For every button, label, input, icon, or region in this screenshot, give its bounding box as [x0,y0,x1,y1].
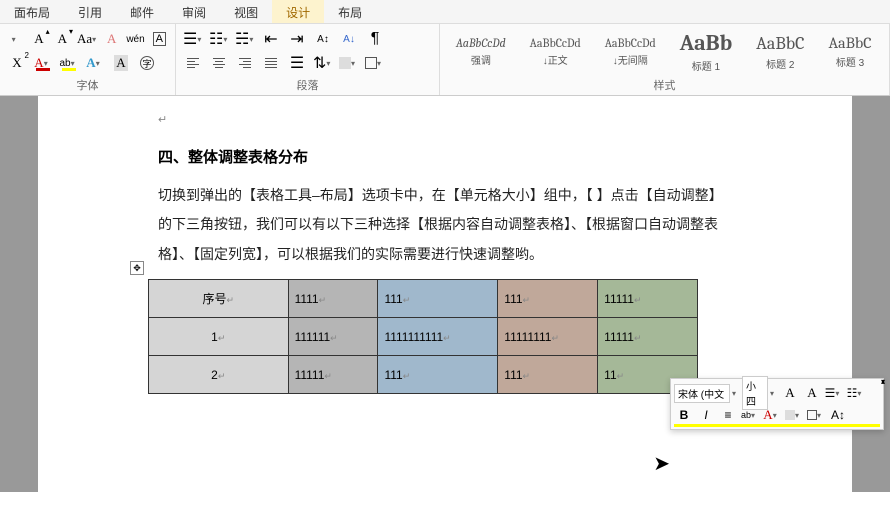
table-cell[interactable]: 1111111111↵ [378,318,498,356]
style-item-3[interactable]: AaBb标题 1 [670,28,742,75]
table-row[interactable]: 1↵111111↵1111111111↵11111111↵11111↵ [149,318,698,356]
font-size-dropdown[interactable]: ▾ [6,28,25,50]
borders-button[interactable]: ▾ [364,52,386,74]
mini-direction-button[interactable]: A↕ [828,405,848,425]
mini-shading-button[interactable]: ▾ [784,405,804,425]
decrease-indent-button[interactable]: ⇤ [260,28,282,50]
style-item-2[interactable]: AaBbCcDd↓无间隔 [595,34,666,69]
sort-button[interactable]: A↓ [338,28,360,50]
para-group-label: 段落 [182,75,433,93]
table-cell[interactable]: 111111↵ [288,318,378,356]
tab-references[interactable]: 引用 [64,0,116,23]
text-direction-button[interactable]: A↕ [312,28,334,50]
tab-review[interactable]: 审阅 [168,0,220,23]
mini-bold-button[interactable]: B [674,405,694,425]
shading-button[interactable]: ▾ [338,52,360,74]
tab-page-layout[interactable]: 面布局 [0,0,64,23]
tab-view[interactable]: 视图 [220,0,272,23]
phonetic-guide-button[interactable]: wén [125,28,145,50]
style-item-4[interactable]: AaBbC标题 2 [746,31,814,73]
change-case-button[interactable]: Aa▾ [76,28,98,50]
font-group-label: 字体 [6,75,169,93]
align-center-button[interactable] [208,52,230,74]
enclose-char-button[interactable]: 字 [136,52,158,74]
ribbon: ▾ A▴ A▾ Aa▾ A wén A X2 A▾ ab▾ A▾ A 字 字体 … [0,24,890,96]
table-cell[interactable]: 2↵ [149,356,289,394]
tab-layout[interactable]: 布局 [324,0,376,23]
body-paragraph[interactable]: 切换到弹出的【表格工具–布局】选项卡中，在【单元格大小】组中，【 】点击【自动调… [158,181,732,269]
style-item-1[interactable]: AaBbCcDd↓正文 [520,34,591,69]
clear-format-button[interactable]: A [102,28,121,50]
mini-font-color-button[interactable]: A▾ [762,405,782,425]
data-table[interactable]: 序号↵1111↵111↵111↵11111↵1↵111111↵111111111… [148,279,698,394]
mini-align-button[interactable]: ≡ [718,405,738,425]
text-effects-button[interactable]: A▾ [84,52,106,74]
table-row[interactable]: 序号↵1111↵111↵111↵11111↵ [149,280,698,318]
grow-font-button[interactable]: A▴ [29,28,48,50]
table-cell[interactable]: 111↵ [498,356,598,394]
mini-italic-button[interactable]: I [696,405,716,425]
table-cell[interactable]: 1111↵ [288,280,378,318]
mini-highlight-button[interactable]: ab▾ [740,405,760,425]
table-cell[interactable]: 111↵ [498,280,598,318]
mini-grow-font-button[interactable]: A▴ [780,383,800,403]
table-cell[interactable]: 11111111↵ [498,318,598,356]
justify-button[interactable] [260,52,282,74]
table-move-handle-icon[interactable]: ✥ [130,261,144,275]
heading-text[interactable]: 四、整体调整表格分布 [158,146,732,167]
numbering-button[interactable]: ☷▾ [208,28,230,50]
char-border-button[interactable]: A [150,28,169,50]
table-cell[interactable]: 111↵ [378,356,498,394]
table-cell[interactable]: 1↵ [149,318,289,356]
align-left-button[interactable] [182,52,204,74]
multilevel-button[interactable]: ☵▾ [234,28,256,50]
show-marks-button[interactable]: ¶ [364,28,386,50]
style-item-5[interactable]: AaBbC标题 3 [819,32,882,71]
paragraph-mark-icon: ↵ [158,114,167,126]
mini-shrink-font-button[interactable]: A▾ [802,383,822,403]
tab-mail[interactable]: 邮件 [116,0,168,23]
table-cell[interactable]: 11111↵ [598,318,698,356]
distribute-button[interactable]: ☰ [286,52,308,74]
table-cell[interactable]: 11111↵ [598,280,698,318]
table-row[interactable]: 2↵11111↵111↵111↵11↵ [149,356,698,394]
shrink-font-button[interactable]: A▾ [53,28,72,50]
page[interactable]: ↵ 四、整体调整表格分布 切换到弹出的【表格工具–布局】选项卡中，在【单元格大小… [38,96,852,492]
align-right-button[interactable] [234,52,256,74]
increase-indent-button[interactable]: ⇥ [286,28,308,50]
bullets-button[interactable]: ☰▾ [182,28,204,50]
line-spacing-button[interactable]: ⇅▾ [312,52,334,74]
table-cell[interactable]: 111↵ [378,280,498,318]
mini-toolbar: 宋体 (中文▾ 小四▾ A▴ A▾ ☰▾ ☷▾ B I ≡ ab▾ A▾ ▾ ▾… [670,378,884,430]
document-area: ↵ 四、整体调整表格分布 切换到弹出的【表格工具–布局】选项卡中，在【单元格大小… [0,96,890,492]
menu-tabs: 面布局 引用 邮件 审阅 视图 设计 布局 [0,0,890,24]
font-color-button[interactable]: A▾ [32,52,54,74]
style-group-label: 样式 [446,75,883,93]
table-cell[interactable]: 序号↵ [149,280,289,318]
mini-bullets-button[interactable]: ☰▾ [824,383,844,403]
style-item-0[interactable]: AaBbCcDd强调 [446,34,516,69]
tab-design[interactable]: 设计 [272,0,324,23]
mini-font-select[interactable]: 宋体 (中文 [674,384,730,403]
highlight-button[interactable]: ab▾ [58,52,80,74]
table-container: ✥ 序号↵1111↵111↵111↵11111↵1↵111111↵1111111… [148,279,732,394]
table-cell[interactable]: 11111↵ [288,356,378,394]
mini-borders-button[interactable]: ▾ [806,405,826,425]
mini-numbering-button[interactable]: ☷▾ [846,383,866,403]
char-shading-button[interactable]: A [110,52,132,74]
superscript-button[interactable]: X2 [6,52,28,74]
styles-gallery: AaBbCcDd强调AaBbCcDd↓正文AaBbCcDd↓无间隔AaBb标题 … [446,28,883,75]
